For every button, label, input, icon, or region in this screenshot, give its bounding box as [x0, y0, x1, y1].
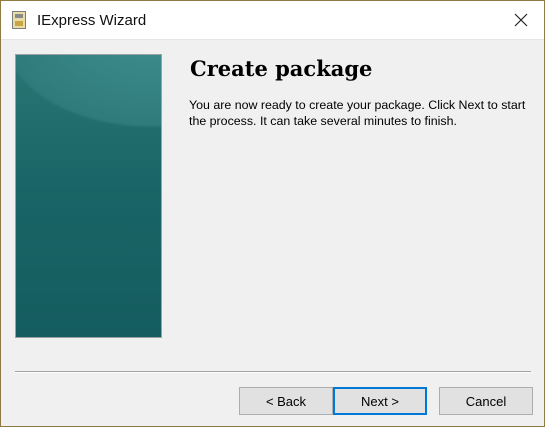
- iexpress-app-icon: [12, 11, 26, 29]
- page-description: You are now ready to create your package…: [189, 98, 526, 128]
- iexpress-wizard-window: IExpress Wizard Create package You are n…: [0, 0, 545, 427]
- next-button[interactable]: Next >: [333, 387, 427, 415]
- back-button[interactable]: < Back: [239, 387, 333, 415]
- wizard-side-banner: [15, 54, 162, 338]
- cancel-button[interactable]: Cancel: [439, 387, 533, 415]
- button-separator: [15, 371, 531, 373]
- title-bar[interactable]: IExpress Wizard: [1, 1, 544, 40]
- page-heading: Create package: [190, 56, 373, 81]
- close-icon: [514, 13, 528, 27]
- window-title: IExpress Wizard: [37, 11, 147, 29]
- close-button[interactable]: [498, 1, 544, 39]
